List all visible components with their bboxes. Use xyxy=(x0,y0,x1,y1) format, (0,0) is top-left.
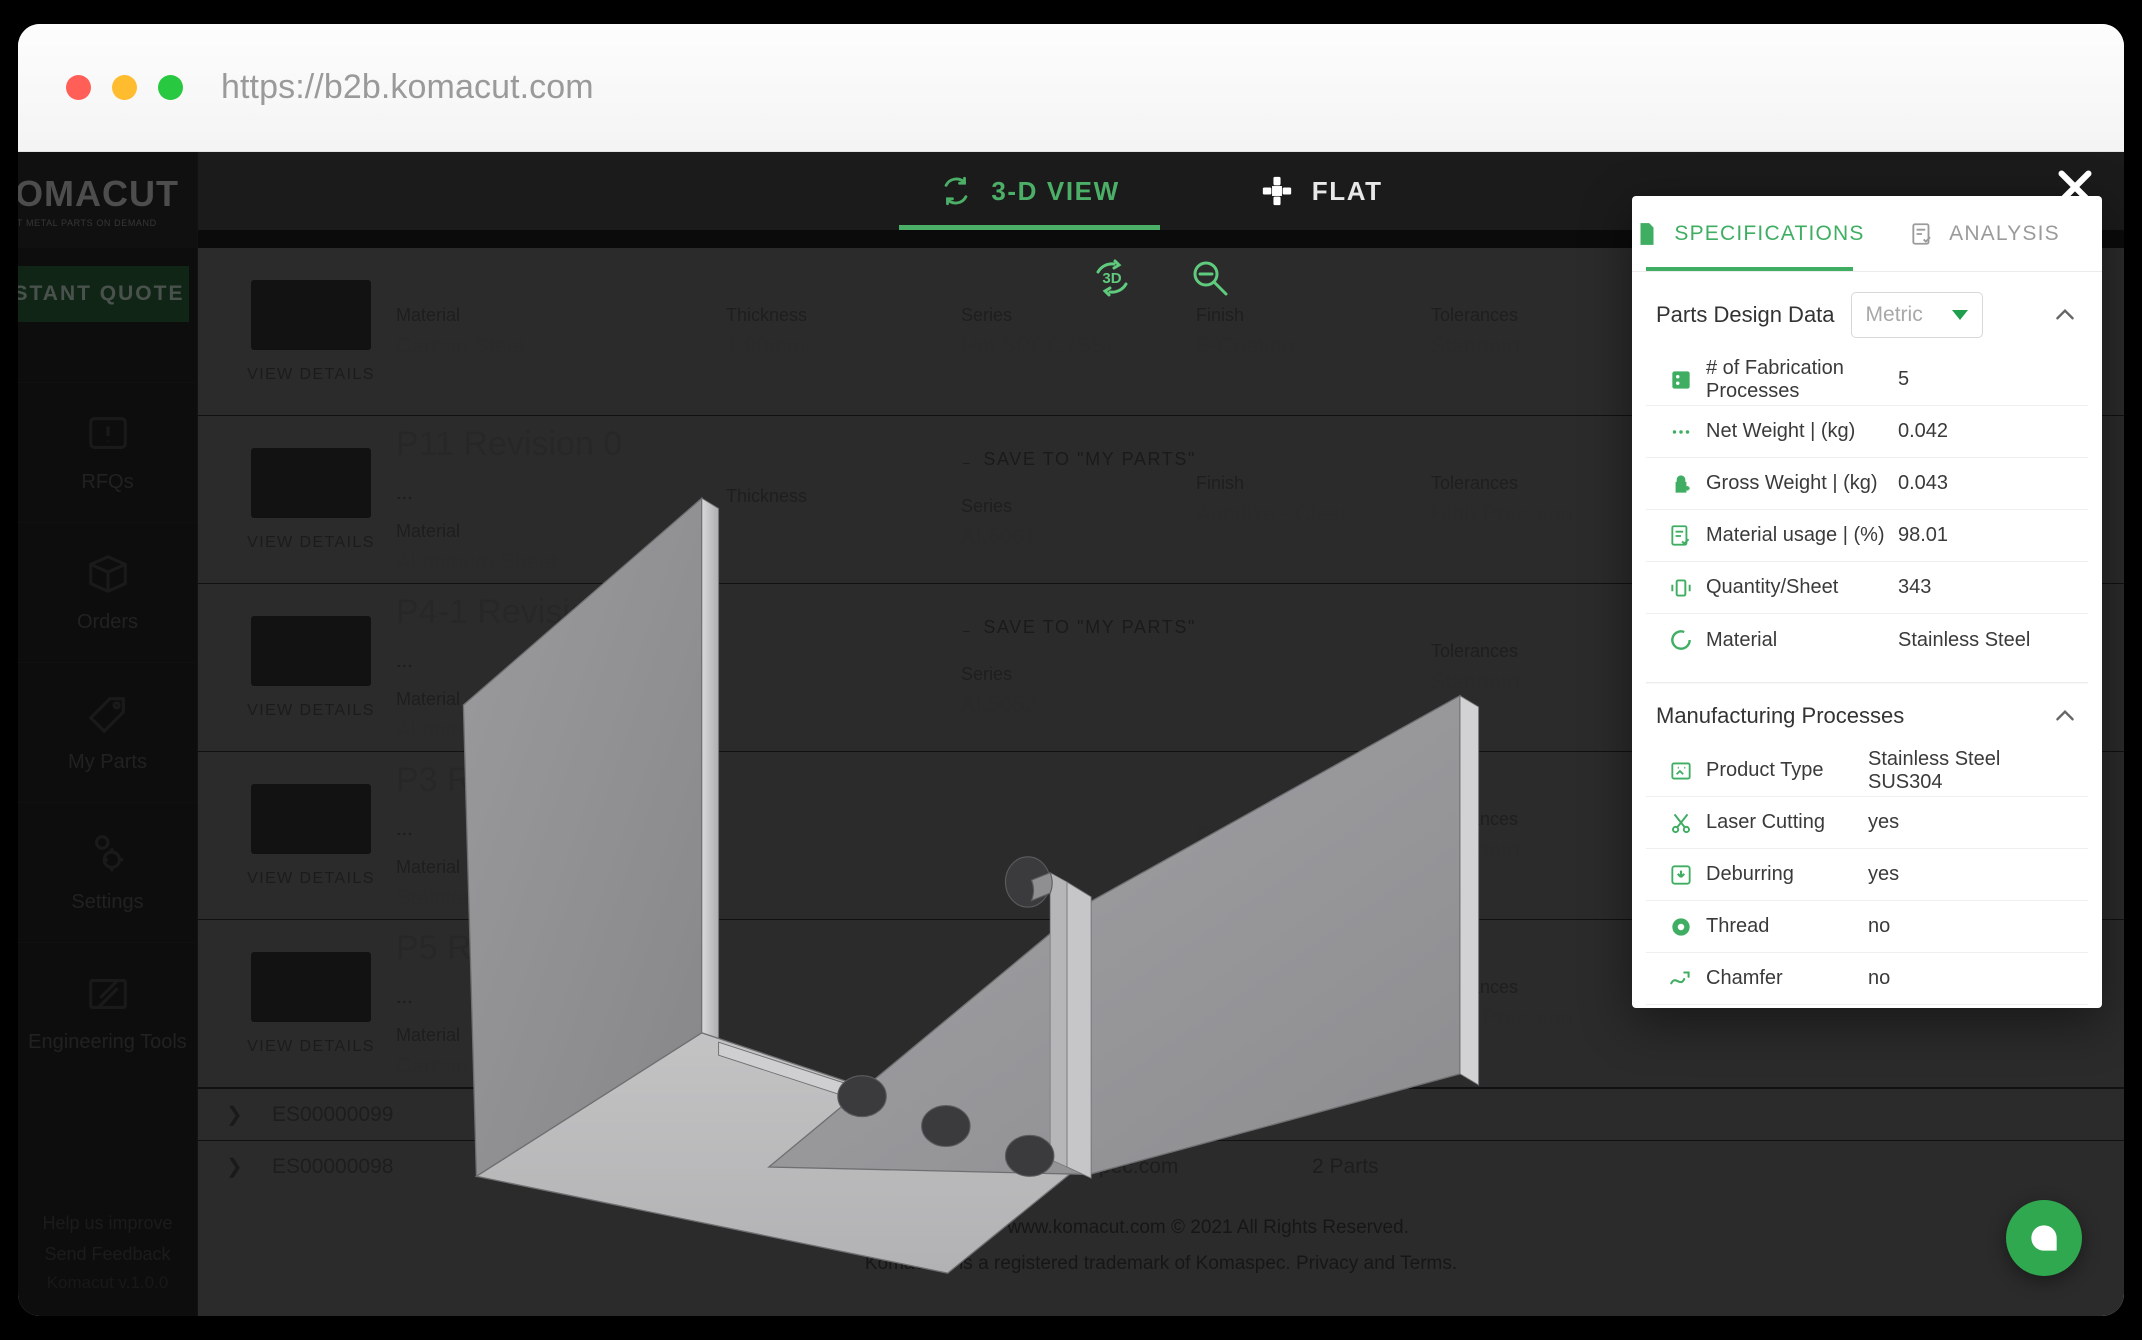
circle-icon xyxy=(1668,627,1694,653)
close-window-button[interactable] xyxy=(66,75,91,100)
maximize-window-button[interactable] xyxy=(158,75,183,100)
usage-icon xyxy=(1668,523,1694,549)
spec-label: Gross Weight | (kg) xyxy=(1706,472,1878,494)
unit-value: Metric xyxy=(1865,303,1923,326)
section-header: Manufacturing Processes xyxy=(1646,683,2088,745)
section-title: Parts Design Data xyxy=(1656,302,1835,327)
spec-row: # of Fabrication Processes 5 xyxy=(1646,354,2088,406)
process-row: Deburring yes xyxy=(1646,849,2088,901)
spec-value: 0.042 xyxy=(1898,420,1949,442)
spec-label: Material xyxy=(1706,628,1778,651)
process-label: Thread xyxy=(1706,915,1770,937)
tab-flat[interactable]: FLAT xyxy=(1220,152,1423,230)
zoom-out-icon[interactable] xyxy=(1186,254,1234,302)
tab-label: FLAT xyxy=(1311,175,1383,206)
spec-label: Net Weight | (kg) xyxy=(1706,420,1856,442)
spec-value: Stainless Steel xyxy=(1898,628,2031,651)
rotate-icon xyxy=(939,174,973,208)
section-header: Parts Design Data Metric xyxy=(1646,272,2088,354)
app-viewport: KOMACUT SHEET METAL PARTS ON DEMAND INST… xyxy=(18,152,2124,1316)
process-value: yes xyxy=(1868,811,1900,833)
scissors-icon xyxy=(1668,810,1694,836)
chevron-down-icon xyxy=(1951,310,1968,320)
spec-value: 0.043 xyxy=(1898,472,1949,494)
process-value: yes xyxy=(1868,863,1900,885)
part-viewer-modal: 3-D VIEW FLAT 3D SPECIFICATIONS ANALYSIS… xyxy=(18,152,2124,1316)
tab-3d-view[interactable]: 3-D VIEW xyxy=(899,152,1161,230)
svg-text:3D: 3D xyxy=(1102,270,1121,287)
section-title: Manufacturing Processes xyxy=(1656,703,1905,728)
spec-value: 98.01 xyxy=(1898,524,1949,546)
chat-bubble-icon[interactable] xyxy=(2006,1200,2082,1276)
screen: https://b2b.komacut.com KOMACUT SHEET ME… xyxy=(0,0,2142,1340)
close-icon[interactable] xyxy=(2052,164,2098,210)
unit-select[interactable]: Metric xyxy=(1850,292,1983,338)
window-controls xyxy=(66,75,183,100)
collapse-design-section-chevron-up-icon[interactable] xyxy=(2052,302,2078,328)
panel-tabs: SPECIFICATIONS ANALYSIS xyxy=(1632,196,2102,272)
parts-design-data-section: Parts Design Data Metric # of Fabricatio… xyxy=(1632,272,2102,666)
spec-value: 343 xyxy=(1898,576,1932,598)
minimize-window-button[interactable] xyxy=(112,75,137,100)
browser-chrome: https://b2b.komacut.com xyxy=(18,24,2124,152)
collapse-process-section-chevron-up-icon[interactable] xyxy=(2052,703,2078,729)
lock-plus-icon xyxy=(1668,471,1694,497)
process-label: Deburring xyxy=(1706,863,1794,885)
chamfer-icon xyxy=(1668,966,1694,992)
reset-3d-icon[interactable]: 3D xyxy=(1088,254,1136,302)
image-icon xyxy=(1668,758,1694,784)
process-label: Chamfer xyxy=(1706,967,1783,989)
manufacturing-processes-section: Manufacturing Processes Product Type Sta… xyxy=(1632,683,2102,1008)
spec-label: # of Fabrication Processes xyxy=(1706,356,1844,402)
spec-row: Net Weight | (kg) 0.042 xyxy=(1646,406,2088,458)
spec-label: Material usage | (%) xyxy=(1706,524,1885,546)
deburr-icon xyxy=(1668,862,1694,888)
address-bar[interactable]: https://b2b.komacut.com xyxy=(221,68,594,107)
process-row: Laser Cutting yes xyxy=(1646,797,2088,849)
browser-window: https://b2b.komacut.com KOMACUT SHEET ME… xyxy=(18,24,2124,1316)
specifications-panel: SPECIFICATIONS ANALYSIS Parts Design Dat… xyxy=(1632,196,2102,1008)
processes-icon xyxy=(1668,367,1694,393)
spec-row: Material Stainless Steel xyxy=(1646,614,2088,666)
flat-icon xyxy=(1260,174,1294,208)
spec-row: Gross Weight | (kg) 0.043 xyxy=(1646,458,2088,510)
tab-label: 3-D VIEW xyxy=(991,175,1120,206)
document-icon xyxy=(1634,221,1660,247)
dots-icon xyxy=(1668,419,1694,445)
tab-label: SPECIFICATIONS xyxy=(1674,221,1865,245)
process-value: no xyxy=(1868,915,1891,937)
thread-icon xyxy=(1668,914,1694,940)
process-value: Stainless Steel SUS304 xyxy=(1868,747,2001,793)
process-row: Product Type Stainless Steel SUS304 xyxy=(1646,745,2088,797)
spec-label: Quantity/Sheet xyxy=(1706,576,1839,598)
spec-row: Material usage | (%) 98.01 xyxy=(1646,510,2088,562)
analysis-icon xyxy=(1909,221,1935,247)
process-label: Laser Cutting xyxy=(1706,811,1825,833)
viewer-toolbar: 3D xyxy=(1088,254,1234,302)
spec-row: Quantity/Sheet 343 xyxy=(1646,562,2088,614)
process-row: Countersink no xyxy=(1646,1005,2088,1008)
process-row: Thread no xyxy=(1646,901,2088,953)
tab-specifications[interactable]: SPECIFICATIONS xyxy=(1632,196,1867,271)
spec-value: 5 xyxy=(1898,368,1910,390)
sheet-icon xyxy=(1668,575,1694,601)
process-value: no xyxy=(1868,967,1891,989)
process-label: Product Type xyxy=(1706,759,1824,781)
tab-label: ANALYSIS xyxy=(1949,221,2060,245)
process-row: Chamfer no xyxy=(1646,953,2088,1005)
